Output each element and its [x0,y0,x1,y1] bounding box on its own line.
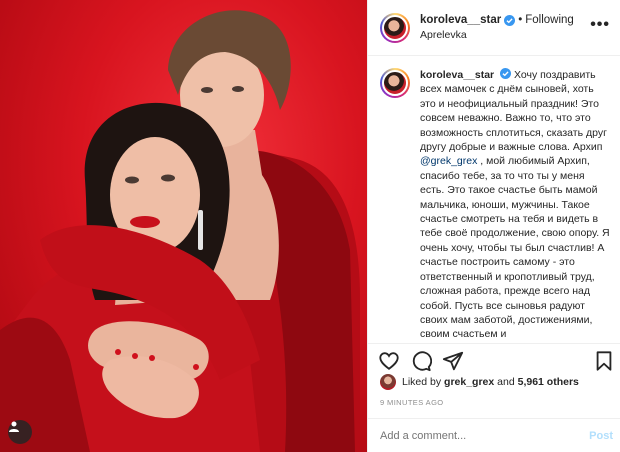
bookmark-icon[interactable] [593,350,615,372]
share-icon[interactable] [442,350,464,372]
post-photo[interactable] [0,0,367,452]
header-separator: • [518,13,523,26]
action-bar [368,343,620,377]
likes-and: and [497,376,515,388]
post-comment-button[interactable]: Post [589,430,613,442]
caption-text: koroleva__star Хочу поздравить всех мамо… [420,68,610,341]
post-side-panel: koroleva__star • Following Aprelevka •••… [367,0,620,452]
likes-row: Liked by grek_grex and 5,961 others [380,374,579,390]
heart-icon[interactable] [378,350,400,372]
caption-body-start: Хочу поздравить всех мамочек с днём сыно… [420,69,607,154]
caption-mention-link[interactable]: @grek_grex [420,155,477,167]
caption-body-end: , мой любимый Архип, спасибо тебе, за то… [420,155,610,341]
more-options-button[interactable]: ••• [590,16,610,34]
header-username[interactable]: koroleva__star [420,13,501,28]
avatar[interactable] [380,68,410,98]
photo-illustration [0,10,360,452]
user-tag-button[interactable] [8,420,32,444]
user-tag-icon [9,421,19,432]
post-header: koroleva__star • Following Aprelevka ••• [368,0,620,56]
likes-count-link[interactable]: 5,961 others [518,376,579,388]
location-link[interactable]: Aprelevka [420,28,590,43]
verified-icon [500,68,512,79]
verified-icon [504,14,516,26]
caption-username[interactable]: koroleva__star [420,69,494,81]
comment-icon[interactable] [410,350,432,372]
caption: koroleva__star Хочу поздравить всех мамо… [368,56,620,341]
likes-prefix: Liked by [402,376,442,388]
comment-form: Post [368,418,620,452]
post-timestamp[interactable]: 9 MINUTES AGO [380,398,444,407]
likes-user-link[interactable]: grek_grex [444,376,494,388]
following-button[interactable]: Following [525,13,574,28]
avatar[interactable] [380,374,396,390]
comment-input[interactable] [380,429,590,442]
avatar[interactable] [380,12,410,43]
